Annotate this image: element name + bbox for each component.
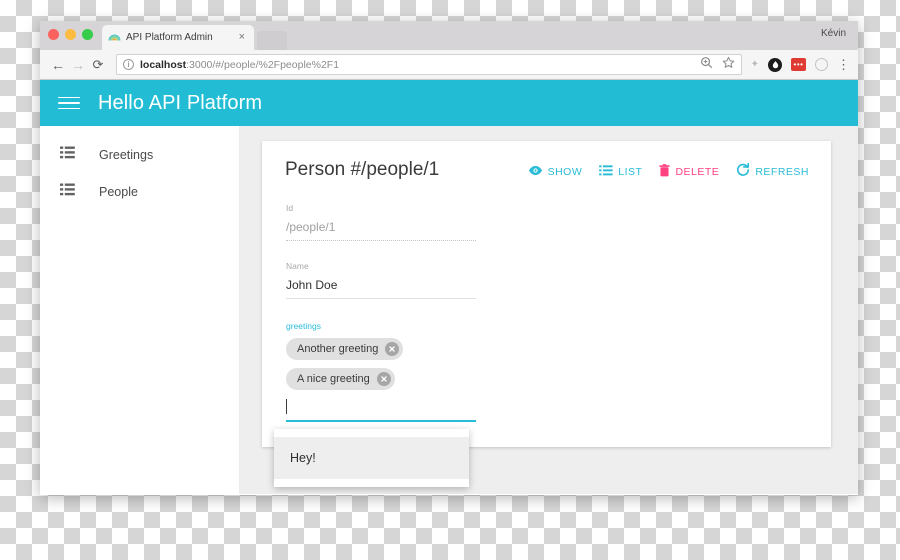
id-field-label: Id bbox=[286, 203, 294, 213]
record-card: Person #/people/1 SHOW LIST DELETE REFRE… bbox=[262, 141, 831, 487]
address-bar-url: localhost:3000/#/people/%2Fpeople%2F1 bbox=[140, 59, 339, 71]
greetings-field-group: greetings Another greeting A nice greeti… bbox=[286, 321, 476, 422]
sidebar-item-people[interactable]: People bbox=[40, 173, 239, 210]
bookmark-star-icon[interactable] bbox=[722, 56, 735, 74]
record-title: Person #/people/1 bbox=[285, 159, 440, 180]
name-field-label: Name bbox=[286, 261, 309, 271]
id-field-value: /people/1 bbox=[286, 220, 476, 241]
show-button[interactable]: SHOW bbox=[528, 165, 583, 179]
api-platform-favicon-icon bbox=[108, 31, 121, 44]
url-host: localhost bbox=[140, 58, 187, 71]
sidebar-item-label: Greetings bbox=[99, 147, 154, 162]
sparkle-icon[interactable]: ✦ bbox=[751, 59, 759, 70]
browser-tab-title: API Platform Admin bbox=[126, 32, 213, 43]
zoom-search-icon[interactable] bbox=[700, 56, 713, 74]
record-form: Id /people/1 Name John Doe greetings Ano… bbox=[276, 181, 476, 422]
list-icon bbox=[60, 183, 77, 201]
back-button[interactable]: ← bbox=[48, 55, 68, 75]
browser-tab[interactable]: API Platform Admin × bbox=[102, 25, 254, 50]
page-viewport: Hello API Platform Greetings People Pers… bbox=[40, 80, 858, 494]
browser-profile-name[interactable]: Kévin bbox=[821, 28, 846, 39]
text-caret bbox=[286, 399, 287, 414]
reload-button[interactable]: ⟳ bbox=[88, 55, 108, 75]
chip-remove-icon[interactable] bbox=[376, 372, 391, 386]
new-tab-button[interactable] bbox=[257, 31, 287, 50]
address-bar[interactable]: i localhost:3000/#/people/%2Fpeople%2F1 bbox=[116, 54, 742, 75]
name-field-input[interactable]: John Doe bbox=[286, 278, 476, 299]
browser-menu-icon[interactable]: ⋮ bbox=[837, 58, 850, 71]
chip-remove-icon[interactable] bbox=[385, 342, 400, 356]
sidebar-item-label: People bbox=[99, 184, 138, 199]
close-window-button[interactable] bbox=[48, 29, 59, 40]
sidebar: Greetings People bbox=[40, 126, 240, 494]
browser-tab-strip: API Platform Admin × Kévin bbox=[40, 21, 858, 50]
app-body: Greetings People Person #/people/1 SHOW … bbox=[40, 126, 858, 494]
gray-ring-extension-icon[interactable] bbox=[815, 58, 828, 71]
browser-window: API Platform Admin × Kévin ← → ⟳ i local… bbox=[40, 21, 858, 495]
page-title: Hello API Platform bbox=[98, 91, 263, 114]
content-area: Person #/people/1 SHOW LIST DELETE REFRE… bbox=[240, 126, 858, 494]
card-action-bar: SHOW LIST DELETE REFRESH bbox=[528, 159, 809, 180]
url-path: :3000/#/people/%2Fpeople%2F1 bbox=[186, 58, 340, 71]
red-extension-icon[interactable]: ••• bbox=[791, 58, 806, 71]
chip-label: Another greeting bbox=[297, 343, 379, 355]
hamburger-menu-icon[interactable] bbox=[58, 94, 80, 112]
list-button[interactable]: LIST bbox=[599, 164, 643, 179]
list-button-label: LIST bbox=[618, 165, 643, 178]
list-icon bbox=[599, 164, 613, 179]
greeting-chip[interactable]: Another greeting bbox=[286, 338, 404, 360]
refresh-button[interactable]: REFRESH bbox=[736, 162, 809, 180]
greetings-autocomplete-input[interactable] bbox=[286, 396, 476, 422]
eye-icon bbox=[528, 165, 543, 179]
tab-close-icon[interactable]: × bbox=[236, 32, 248, 43]
delete-button[interactable]: DELETE bbox=[659, 163, 720, 180]
refresh-icon bbox=[736, 162, 750, 180]
greetings-field-label: greetings bbox=[286, 321, 321, 331]
id-field-group: Id /people/1 bbox=[286, 203, 476, 241]
delete-button-label: DELETE bbox=[675, 165, 720, 178]
site-info-icon[interactable]: i bbox=[123, 59, 134, 70]
card-header: Person #/people/1 SHOW LIST DELETE REFRE… bbox=[276, 155, 809, 181]
extension-icons: ✦ ••• ⋮ bbox=[746, 57, 850, 72]
greeting-chip[interactable]: A nice greeting bbox=[286, 368, 395, 390]
greetings-suggestion-dropdown: Hey! bbox=[274, 429, 469, 487]
list-icon bbox=[60, 146, 77, 164]
app-header: Hello API Platform bbox=[40, 80, 858, 126]
refresh-button-label: REFRESH bbox=[755, 165, 809, 178]
trash-icon bbox=[659, 163, 671, 180]
show-button-label: SHOW bbox=[547, 165, 583, 178]
browser-toolbar: ← → ⟳ i localhost:3000/#/people/%2Fpeopl… bbox=[40, 50, 858, 80]
sidebar-item-greetings[interactable]: Greetings bbox=[40, 136, 239, 173]
dark-circle-extension-icon[interactable] bbox=[768, 57, 782, 72]
name-field-group: Name John Doe bbox=[286, 261, 476, 299]
minimize-window-button[interactable] bbox=[65, 29, 76, 40]
suggestion-option[interactable]: Hey! bbox=[274, 451, 469, 465]
maximize-window-button[interactable] bbox=[82, 29, 93, 40]
greetings-chip-list: Another greeting A nice greeting bbox=[286, 338, 476, 390]
window-controls bbox=[48, 29, 93, 40]
forward-button[interactable]: → bbox=[68, 55, 88, 75]
chip-label: A nice greeting bbox=[297, 373, 370, 385]
